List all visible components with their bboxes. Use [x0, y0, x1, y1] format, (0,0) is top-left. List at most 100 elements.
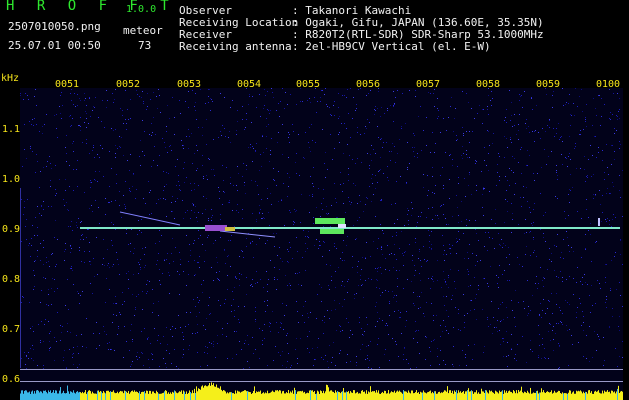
noise-speck	[230, 240, 231, 241]
noise-speck	[333, 105, 334, 106]
noise-speck	[369, 168, 370, 169]
noise-speck	[506, 307, 507, 308]
noise-speck	[55, 165, 56, 166]
noise-speck	[449, 179, 450, 180]
noise-speck	[527, 280, 528, 281]
noise-speck	[393, 105, 394, 106]
noise-speck	[39, 187, 40, 188]
noise-speck	[559, 346, 560, 347]
noise-speck	[79, 125, 80, 126]
noise-speck	[573, 103, 574, 104]
noise-speck	[576, 168, 577, 169]
spectrum-bar	[456, 390, 457, 400]
noise-speck	[349, 155, 350, 156]
noise-speck	[196, 145, 197, 146]
noise-speck	[123, 357, 124, 358]
noise-speck	[434, 152, 435, 153]
noise-speck	[380, 200, 381, 201]
noise-speck	[327, 106, 328, 107]
noise-speck	[450, 253, 451, 254]
noise-speck	[378, 267, 379, 268]
spectrum-bar	[452, 390, 453, 400]
noise-speck	[533, 237, 534, 238]
noise-speck	[309, 352, 310, 353]
noise-speck	[476, 319, 477, 320]
spectrum-bar	[487, 392, 488, 400]
noise-speck	[498, 287, 499, 288]
noise-speck	[304, 158, 305, 159]
noise-speck	[498, 153, 499, 154]
spectrum-bar	[46, 392, 47, 400]
noise-speck	[509, 264, 510, 265]
noise-speck	[350, 361, 351, 362]
spectrum-bar	[160, 393, 161, 400]
noise-speck	[237, 204, 238, 205]
noise-speck	[429, 241, 430, 242]
noise-speck	[481, 171, 482, 172]
noise-speck	[483, 188, 484, 189]
noise-speck	[330, 226, 331, 227]
noise-speck	[305, 301, 306, 302]
noise-speck	[433, 315, 434, 316]
noise-speck	[76, 169, 77, 170]
noise-speck	[213, 341, 214, 342]
spectrum-bar	[182, 393, 183, 400]
noise-speck	[519, 94, 520, 95]
noise-speck	[183, 145, 184, 146]
spectrum-bar	[547, 391, 548, 400]
noise-speck	[325, 355, 326, 356]
noise-speck	[86, 143, 87, 144]
spectrum-bar	[583, 391, 584, 400]
spectrum-bar	[303, 392, 304, 400]
noise-speck	[356, 362, 357, 363]
spectrum-bar	[297, 391, 298, 400]
noise-speck	[504, 222, 505, 223]
noise-speck	[90, 180, 91, 181]
noise-speck	[378, 88, 379, 89]
noise-speck	[509, 280, 510, 281]
noise-speck	[352, 159, 353, 160]
spectrum-bar	[581, 391, 582, 400]
noise-speck	[622, 170, 623, 171]
noise-speck	[37, 250, 38, 251]
noise-speck	[523, 197, 524, 198]
noise-speck	[593, 98, 594, 99]
noise-speck	[280, 327, 281, 328]
noise-speck	[208, 305, 209, 306]
spectrum-bar	[205, 385, 206, 400]
noise-speck	[448, 117, 449, 118]
noise-speck	[249, 367, 250, 368]
noise-speck	[93, 106, 94, 107]
noise-speck	[24, 207, 25, 208]
noise-speck	[476, 185, 477, 186]
noise-speck	[344, 95, 345, 96]
noise-speck	[334, 243, 335, 244]
noise-speck	[604, 360, 605, 361]
noise-speck	[236, 354, 237, 355]
spectrum-bar	[164, 391, 165, 400]
noise-speck	[432, 132, 433, 133]
noise-speck	[446, 224, 447, 225]
spectrum-bar	[125, 391, 126, 400]
noise-speck	[224, 97, 225, 98]
noise-speck	[68, 210, 69, 211]
spectrum-bar	[334, 393, 335, 400]
noise-speck	[366, 346, 367, 347]
meteor-count: 73	[138, 39, 152, 52]
noise-speck	[94, 157, 95, 158]
noise-speck	[394, 146, 395, 147]
noise-speck	[372, 183, 373, 184]
noise-speck	[362, 334, 363, 335]
spectrum-bar	[525, 392, 526, 400]
spectrum-bar	[580, 390, 581, 400]
noise-speck	[458, 270, 459, 271]
noise-speck	[148, 359, 149, 360]
noise-speck	[554, 136, 555, 137]
noise-speck	[489, 237, 490, 238]
spectrum-bar	[331, 390, 332, 400]
noise-speck	[541, 317, 542, 318]
noise-speck	[338, 107, 339, 108]
noise-speck	[336, 330, 337, 331]
spectrum-bar	[349, 393, 350, 400]
noise-speck	[282, 154, 283, 155]
